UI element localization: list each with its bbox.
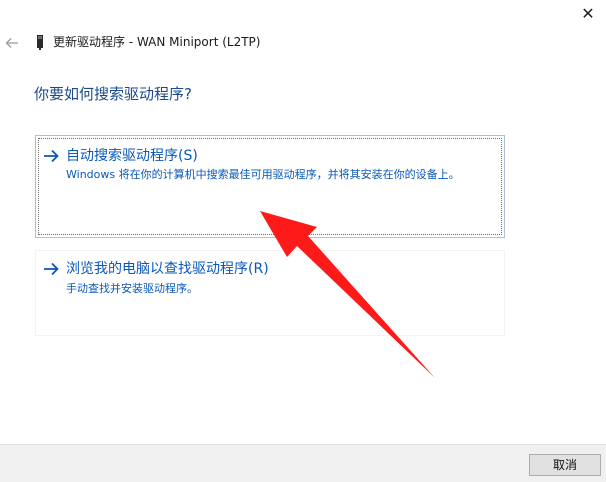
- dialog-footer: 取消: [0, 444, 606, 482]
- title-bar: ✕: [0, 0, 606, 30]
- arrow-left-icon: [5, 38, 18, 48]
- option-auto-search-description: Windows 将在你的计算机中搜索最佳可用驱动程序，并将其安装在你的设备上。: [66, 168, 460, 181]
- update-driver-dialog: ✕ 更新驱动程序 - WAN Miniport (L2TP) 你要如何搜索驱动程…: [0, 0, 606, 482]
- option-browse-computer-description: 手动查找并安装驱动程序。: [66, 282, 198, 295]
- option-browse-computer[interactable]: 浏览我的电脑以查找驱动程序(R) 手动查找并安装驱动程序。: [35, 250, 505, 336]
- search-question-heading: 你要如何搜索驱动程序?: [34, 85, 192, 103]
- back-button[interactable]: [2, 34, 22, 52]
- close-button[interactable]: ✕: [570, 0, 606, 30]
- red-annotation-arrow-icon: [260, 211, 435, 378]
- cancel-button[interactable]: 取消: [529, 454, 601, 476]
- dialog-title: 更新驱动程序 - WAN Miniport (L2TP): [53, 35, 261, 49]
- arrow-right-icon: [44, 262, 59, 276]
- device-icon: [37, 35, 43, 50]
- option-browse-computer-title: 浏览我的电脑以查找驱动程序(R): [66, 261, 269, 277]
- arrow-right-icon: [44, 149, 59, 163]
- option-auto-search-title: 自动搜索驱动程序(S): [66, 148, 198, 164]
- option-auto-search[interactable]: 自动搜索驱动程序(S) Windows 将在你的计算机中搜索最佳可用驱动程序，并…: [35, 135, 505, 238]
- close-icon: ✕: [581, 4, 595, 23]
